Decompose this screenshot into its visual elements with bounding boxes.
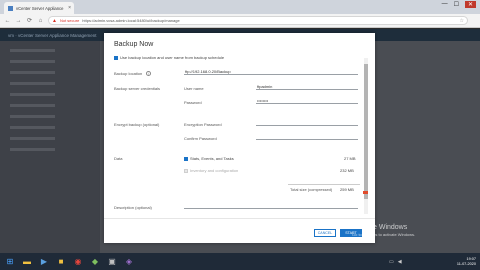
stats-checkbox[interactable] xyxy=(184,156,188,161)
total-divider xyxy=(288,184,360,185)
activate-windows-watermark: Activate Windows Go to Settings to activ… xyxy=(352,224,415,237)
credentials-label: Backup server credentials xyxy=(114,86,161,91)
cancel-button[interactable]: CANCEL xyxy=(314,229,336,237)
address-bar[interactable]: ▲ Not secure https://admin.vcsa.admin.lo… xyxy=(48,16,468,25)
total-label: Total size (compressed) xyxy=(290,187,333,192)
data-label: Data xyxy=(114,156,123,161)
network-icon[interactable]: ▭ xyxy=(389,259,394,265)
taskbar-clock[interactable]: 19:07 11-07-2020 xyxy=(457,257,476,267)
watermark-title: Activate Windows xyxy=(352,224,408,231)
taskbar: ⊞ ▬ ▶ ■ ◉ ◆ ▣ ◈ ▭ ◀ 19:07 11-07-2020 xyxy=(0,253,480,270)
volume-icon[interactable]: ◀ xyxy=(398,259,402,265)
description-input[interactable] xyxy=(184,203,358,209)
username-input[interactable]: ftpadmin xyxy=(256,84,358,90)
inventory-checkbox xyxy=(184,168,188,173)
tab-close-icon[interactable]: × xyxy=(68,5,71,11)
powershell-icon[interactable]: ▶ xyxy=(37,255,51,268)
use-schedule-option[interactable]: Use backup location and user name from b… xyxy=(114,55,224,60)
scroll-marker xyxy=(363,191,368,194)
sidebar-item xyxy=(10,71,55,74)
use-schedule-label: Use backup location and user name from b… xyxy=(120,55,225,60)
username-label: User name xyxy=(184,86,204,91)
window-close-icon[interactable]: ✕ xyxy=(464,1,476,8)
inventory-size: 232 MB xyxy=(340,168,354,173)
description-label: Description (optional) xyxy=(114,205,152,210)
folder-icon[interactable]: ■ xyxy=(54,255,68,268)
password-input[interactable]: •••••••• xyxy=(256,98,358,104)
browser-titlebar: vCenter Server Appliance × — ☐ ✕ xyxy=(0,0,480,14)
backup-now-dialog: Backup Now Use backup location and user … xyxy=(104,33,375,243)
stats-option[interactable]: Stats, Events, and Tasks xyxy=(184,156,234,161)
sidebar-item xyxy=(10,93,55,96)
bookmark-star-icon[interactable]: ☆ xyxy=(460,18,464,24)
info-icon[interactable]: i xyxy=(146,71,152,76)
sidebar-item xyxy=(10,104,55,107)
password-label: Password xyxy=(184,100,202,105)
sidebar-item xyxy=(10,148,55,151)
backup-location-input[interactable]: ftp://192.168.0.20/Backup xyxy=(184,69,358,75)
sidebar-item xyxy=(10,115,55,118)
file-explorer-icon[interactable]: ▬ xyxy=(20,255,34,268)
encrypt-label: Encrypt backup (optional) xyxy=(114,122,160,127)
sidebar-item xyxy=(10,82,55,85)
system-tray: ▭ ◀ xyxy=(389,259,402,265)
inventory-option: Inventory and configuration xyxy=(184,168,238,173)
minimize-icon[interactable]: — xyxy=(442,1,448,8)
scrollbar-thumb[interactable] xyxy=(364,64,368,199)
watermark-subtitle: Go to Settings to activate Windows. xyxy=(352,232,416,237)
tab-title: vCenter Server Appliance xyxy=(16,5,64,11)
total-size: 259 MB xyxy=(340,187,354,192)
encryption-password-input[interactable] xyxy=(256,120,358,126)
not-secure-label: Not secure xyxy=(59,18,80,23)
clock-date: 11-07-2020 xyxy=(456,261,476,266)
warning-icon: ▲ xyxy=(52,17,57,24)
back-icon[interactable]: ← xyxy=(4,18,11,24)
use-schedule-checkbox[interactable] xyxy=(114,55,118,60)
reload-icon[interactable]: ⟳ xyxy=(26,17,33,24)
chrome-icon[interactable]: ◉ xyxy=(71,255,85,268)
stats-label: Stats, Events, and Tasks xyxy=(190,156,234,161)
sidebar-item xyxy=(10,137,55,140)
window-controls: — ☐ ✕ xyxy=(442,1,476,8)
windows-start-icon[interactable]: ⊞ xyxy=(3,255,17,268)
backup-location-label: Backup location xyxy=(114,71,143,76)
app-sidebar xyxy=(0,41,100,253)
url-text[interactable]: https://admin.vcsa.admin.local:5480/ui/b… xyxy=(82,18,179,23)
sidebar-item xyxy=(10,60,55,63)
stats-size: 27 MB xyxy=(344,156,356,161)
home-icon[interactable]: ⌂ xyxy=(37,18,44,24)
app-header-title: vm · vCenter Server Appliance Management xyxy=(8,32,97,38)
confirm-password-input[interactable] xyxy=(256,134,358,140)
confirm-password-label: Confirm Password xyxy=(184,136,217,141)
sidebar-item xyxy=(10,49,55,52)
backup-location-row: Backup location i xyxy=(114,71,152,76)
forward-icon[interactable]: → xyxy=(15,18,22,24)
encryption-password-label: Encryption Password xyxy=(184,122,222,127)
browser-tab[interactable]: vCenter Server Appliance × xyxy=(4,2,74,14)
dialog-body: Use backup location and user name from b… xyxy=(114,54,360,216)
inventory-label: Inventory and configuration xyxy=(190,168,239,173)
browser-toolbar: ← → ⟳ ⌂ ▲ Not secure https://admin.vcsa.… xyxy=(0,14,480,28)
app-icon-2[interactable]: ▣ xyxy=(105,255,119,268)
dialog-title: Backup Now xyxy=(114,41,154,48)
tab-favicon-icon xyxy=(8,5,13,11)
app-icon[interactable]: ◆ xyxy=(88,255,102,268)
maximize-icon[interactable]: ☐ xyxy=(454,1,459,8)
dialog-footer: CANCEL START xyxy=(104,218,375,243)
sidebar-item xyxy=(10,126,55,129)
app-icon-3[interactable]: ◈ xyxy=(122,255,136,268)
